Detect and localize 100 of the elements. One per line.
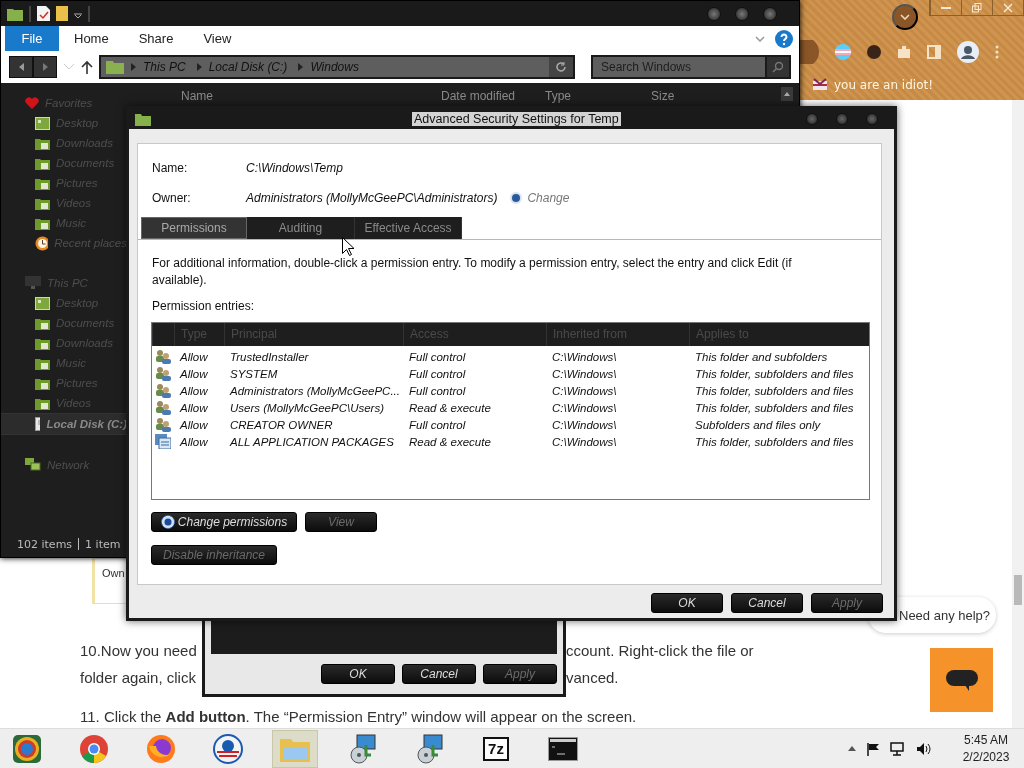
permission-row[interactable]: Allow Users (MollyMcGeePC\Users) Read & execute C:\Windows\ This folder, subfolders and files [152,399,869,416]
tab[interactable]: Effective Access [355,217,462,239]
clock[interactable]: 5:45 AM 2/2/2023 [956,733,1016,764]
field-value: C:\Windows\Temp [246,161,343,175]
heart-icon [25,96,39,110]
tab[interactable]: Permissions [141,217,247,239]
folder-icon [35,396,50,410]
article-text: vanced. [566,669,619,686]
status-text: 1 item [85,537,121,551]
minimize-button[interactable] [707,6,721,21]
close-button[interactable] [866,113,878,125]
dialog-button[interactable]: OK [321,664,395,684]
chevron-right-icon [196,63,202,71]
column-header[interactable]: Size [651,89,675,103]
start-orb-icon [12,733,42,764]
scrollbar[interactable] [1012,100,1024,728]
permission-row[interactable]: Allow ALL APPLICATION PACKAGES Read & execute C:\Windows\ This folder, subfolders and files [152,433,869,450]
folder-icon [35,356,50,370]
shield-icon [509,191,524,205]
users-icon [155,383,171,398]
cursor-icon [342,237,354,256]
address-bar[interactable]: This PC Local Disk (C:) Windows [99,55,575,79]
dialog-button[interactable]: Cancel [731,593,803,613]
change-link[interactable]: Change [509,191,570,205]
forward-button[interactable] [33,56,57,78]
back-button[interactable] [9,56,33,78]
folder-icon [35,196,50,210]
chat-prompt: Need any help? [899,607,991,623]
browser-icon [146,733,176,764]
dialog-button[interactable]: Cancel [402,664,476,684]
volume-icon[interactable] [916,741,932,756]
search-button[interactable] [765,55,791,79]
minimize-button[interactable] [806,113,818,125]
clock-date: 2/2/2023 [962,750,1010,764]
desktop-icon [35,116,50,130]
column-header[interactable]: Date modified [441,89,516,103]
close-icon [1003,2,1013,13]
chat-icon [944,667,979,693]
folder-icon [35,376,50,390]
refresh-button[interactable] [549,57,573,77]
network-icon[interactable] [890,741,906,756]
folder-icon [35,216,50,230]
permission-row[interactable]: Allow SYSTEM Full control C:\Windows\ This folder, subfolders and files [152,365,869,382]
profile-icon[interactable] [956,40,980,64]
breadcrumb[interactable]: Local Disk (C:) [208,60,288,74]
window-title: Advanced Security Settings for Temp [412,112,621,126]
close-button[interactable] [763,6,777,21]
folder-icon [35,176,50,190]
network-icon [25,458,41,472]
avatar-icon[interactable] [866,44,882,60]
browser-icon [79,733,109,764]
article-text: folder again, click [80,669,196,686]
help-icon[interactable] [775,29,793,48]
file-tab[interactable]: File [5,26,59,51]
field-value: Administrators (MollyMcGeePC\Administrators) [246,191,498,205]
breadcrumb[interactable]: Windows [310,60,359,74]
users-icon [155,349,171,364]
column-header[interactable]: Name [181,89,213,103]
column-header[interactable]: Type [545,89,571,103]
clock-icon [35,235,49,251]
permission-row[interactable]: Allow Administrators (MollyMcGeePC... Full control C:\Windows\ This folder, subfolders and files [152,382,869,399]
article-text: 11. Click the Add button. The “Permission Entry” window will appear on the screen. [80,708,638,725]
up-arrow-icon[interactable] [81,60,93,74]
drive-icon [35,417,41,431]
folder-icon [35,336,50,350]
search-field[interactable]: Search Windows [591,55,765,79]
maximize-button[interactable] [735,6,749,21]
chevron-right-icon [298,63,304,71]
folder-icon [35,156,50,170]
scroll-up-button[interactable] [781,87,793,101]
breadcrumb[interactable]: This PC [143,60,186,74]
users-icon [155,366,171,381]
bookmark-link[interactable]: you are an idiot! [834,78,933,92]
permission-row[interactable]: Allow CREATOR OWNER Full control C:\Windows\ Subfolders and files only [152,416,869,433]
permission-row[interactable]: Allow TrustedInstaller Full control C:\Windows\ This folder and subfolders [152,348,869,365]
restore-icon [972,2,982,13]
installer-icon [414,732,444,765]
dialog-button[interactable]: OK [651,593,723,613]
card-text: Own [102,567,125,579]
folder-icon [35,316,50,330]
chat-button[interactable] [930,648,993,712]
flag-icon[interactable] [866,741,880,756]
document-icon[interactable] [37,6,50,21]
console-icon [548,736,578,761]
monitor-icon [25,276,41,290]
packages-icon [155,434,171,449]
folder-icon [7,6,23,21]
tab[interactable]: Auditing [247,217,355,239]
info-text: For additional information, double-click a permission entry. To modify a permission entry, select the entry and click Edit (if available). [152,255,793,289]
minimize-icon [941,6,951,9]
search-icon [772,61,784,73]
taskbar-button[interactable]: 7z [473,729,519,768]
chevron-down-icon[interactable] [755,35,765,42]
status-text: 102 items [17,537,73,551]
circle-logo-icon [213,733,243,764]
dialog-button[interactable]: Change permissions [151,512,297,532]
section-label: Permission entries: [152,299,256,313]
tab-search-button[interactable] [892,4,918,30]
maximize-button[interactable] [836,113,848,125]
caret-up-icon[interactable] [848,746,856,751]
